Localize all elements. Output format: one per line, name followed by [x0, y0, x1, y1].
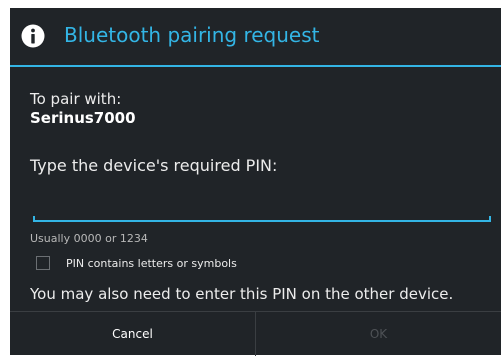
title-divider — [10, 65, 501, 67]
ok-button[interactable]: OK — [256, 312, 501, 356]
other-device-note: You may also need to enter this PIN on t… — [30, 285, 454, 303]
dialog-button-bar: Cancel OK — [10, 311, 501, 356]
info-icon — [21, 24, 45, 48]
letters-symbols-label[interactable]: PIN contains letters or symbols — [66, 257, 237, 270]
device-name: Serinus7000 — [30, 109, 136, 127]
screen-background: Bluetooth pairing request To pair with: … — [0, 0, 501, 356]
pair-with-label: To pair with: — [30, 90, 122, 108]
pin-hint: Usually 0000 or 1234 — [30, 232, 148, 245]
pin-prompt-label: Type the device's required PIN: — [30, 156, 278, 175]
pin-input[interactable] — [33, 190, 491, 220]
pin-input-underline — [33, 216, 491, 222]
letters-symbols-checkbox[interactable] — [36, 256, 50, 270]
dialog-title: Bluetooth pairing request — [64, 23, 320, 47]
bluetooth-pairing-dialog: Bluetooth pairing request To pair with: … — [10, 8, 501, 356]
letters-symbols-option[interactable]: PIN contains letters or symbols — [36, 254, 237, 272]
dialog-title-bar: Bluetooth pairing request — [10, 8, 501, 64]
cancel-button[interactable]: Cancel — [10, 312, 256, 356]
